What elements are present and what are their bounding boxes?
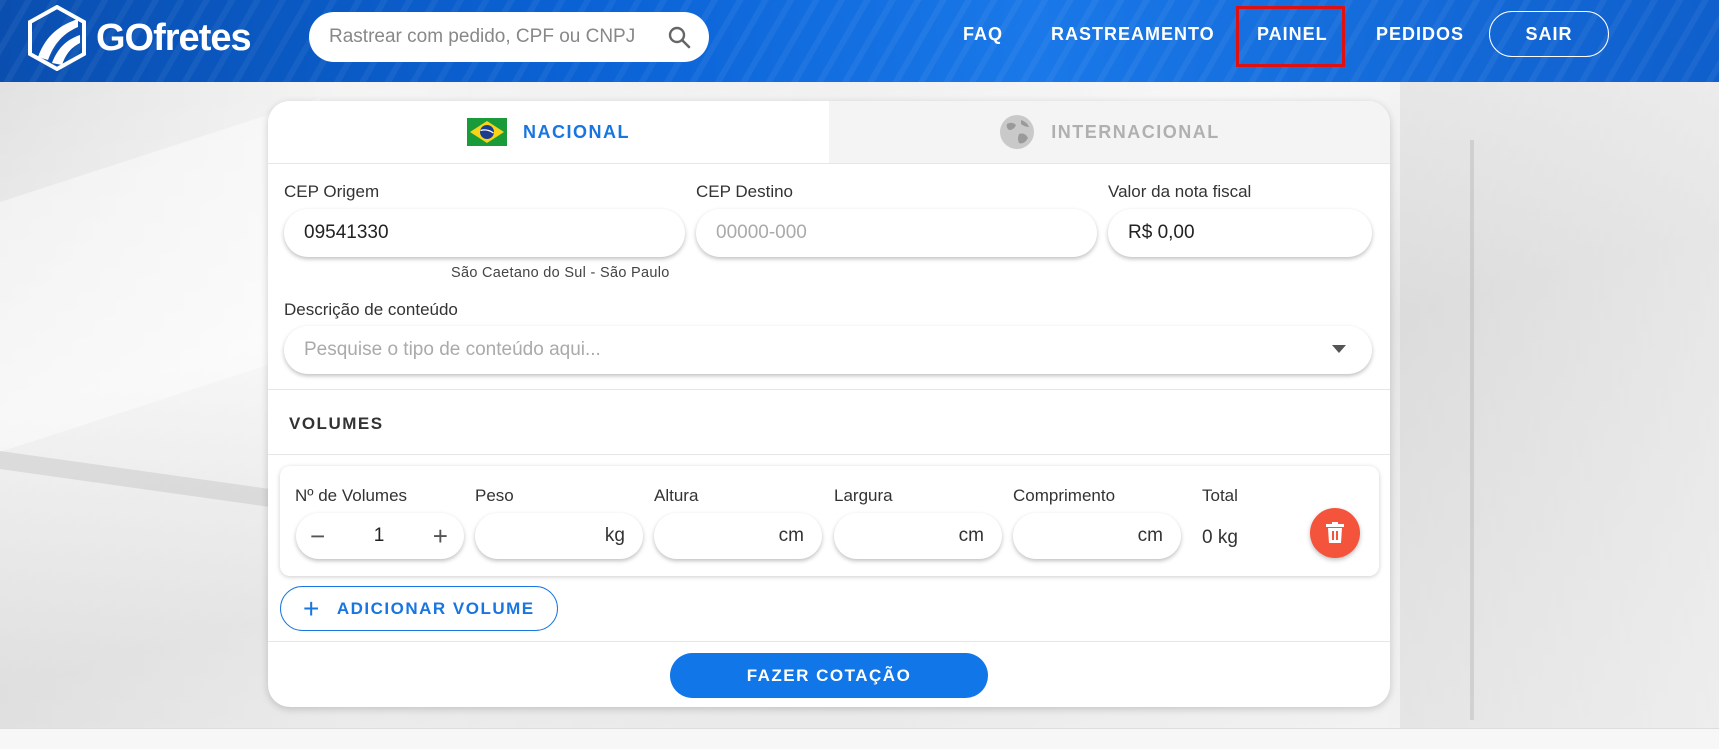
tab-nacional-label: NACIONAL — [523, 121, 630, 142]
qtd-volumes-label: Nº de Volumes — [295, 486, 408, 505]
comprimento-unit: cm — [1137, 525, 1163, 546]
cep-destino-label: CEP Destino — [696, 182, 794, 201]
descricao-label: Descrição de conteúdo — [284, 300, 458, 319]
cep-origem-value: 09541330 — [304, 222, 389, 243]
cep-origem-label: CEP Origem — [284, 182, 380, 201]
nav-faq[interactable]: FAQ — [963, 24, 1003, 45]
quantity-value[interactable]: 1 — [374, 525, 385, 547]
valor-nota-input[interactable]: R$ 0,00 — [1108, 209, 1372, 257]
fazer-cotacao-button[interactable]: FAZER COTAÇÃO — [670, 653, 988, 698]
tab-internacional-label: INTERNACIONAL — [1051, 121, 1220, 142]
add-volume-button[interactable]: + ADICIONAR VOLUME — [280, 586, 558, 631]
minus-icon[interactable]: − — [310, 523, 325, 549]
altura-input[interactable]: cm — [654, 513, 822, 559]
peso-unit: kg — [604, 525, 625, 546]
footer-bar — [0, 728, 1719, 749]
background-decoration — [1400, 82, 1719, 729]
valor-nota-label: Valor da nota fiscal — [1108, 182, 1252, 201]
descricao-select[interactable]: Pesquise o tipo de conteúdo aqui... — [284, 326, 1372, 374]
volumes-title: VOLUMES — [289, 414, 384, 433]
globe-icon — [1000, 115, 1035, 149]
nav-rastreamento[interactable]: RASTREAMENTO — [1051, 24, 1215, 45]
brazil-flag-icon — [467, 118, 507, 146]
comprimento-input[interactable]: cm — [1013, 513, 1181, 559]
delete-volume-button[interactable] — [1310, 508, 1360, 558]
add-volume-label: ADICIONAR VOLUME — [336, 598, 535, 618]
quote-card: NACIONAL INTERNACIONAL CEP Origem 095413… — [268, 101, 1390, 707]
divider — [268, 454, 1390, 455]
logo-text: GOfretes — [96, 16, 252, 59]
cep-origem-helper: São Caetano do Sul - São Paulo — [451, 265, 670, 281]
altura-unit: cm — [778, 525, 804, 546]
chevron-down-icon[interactable] — [1332, 345, 1346, 354]
nav-pedidos[interactable]: PEDIDOS — [1376, 24, 1464, 45]
total-label: Total — [1202, 486, 1238, 505]
search-bar — [309, 12, 709, 62]
altura-label: Altura — [654, 486, 699, 505]
descricao-placeholder: Pesquise o tipo de conteúdo aqui... — [304, 339, 601, 360]
cep-destino-input[interactable]: 00000-000 — [696, 209, 1097, 257]
valor-nota-value: R$ 0,00 — [1128, 222, 1195, 243]
logo-mark-icon — [28, 5, 86, 71]
search-input[interactable] — [329, 26, 659, 48]
cep-destino-placeholder: 00000-000 — [716, 222, 807, 243]
highlight-box — [1236, 6, 1345, 67]
volume-row: Nº de Volumes Peso Altura Largura Compri… — [280, 466, 1379, 576]
total-value: 0 kg — [1202, 527, 1238, 548]
quantity-stepper: − 1 + — [296, 513, 464, 559]
tabs: NACIONAL INTERNACIONAL — [268, 101, 1390, 164]
plus-icon[interactable]: + — [433, 523, 448, 549]
tab-nacional[interactable]: NACIONAL — [268, 101, 829, 163]
divider — [268, 641, 1390, 642]
plus-icon: + — [303, 592, 321, 624]
peso-label: Peso — [475, 486, 514, 505]
cep-origem-input[interactable]: 09541330 — [284, 209, 685, 257]
top-header: GOfretes FAQ RASTREAMENTO PAINEL PEDIDOS… — [0, 0, 1719, 82]
tab-internacional[interactable]: INTERNACIONAL — [829, 101, 1390, 163]
comprimento-label: Comprimento — [1013, 486, 1116, 505]
largura-unit: cm — [958, 525, 984, 546]
divider — [268, 389, 1390, 390]
logout-button[interactable]: SAIR — [1489, 11, 1609, 57]
trash-icon — [1326, 522, 1344, 543]
largura-input[interactable]: cm — [834, 513, 1002, 559]
search-icon[interactable] — [667, 25, 691, 49]
background-decoration — [1470, 140, 1474, 720]
peso-input[interactable]: kg — [475, 513, 643, 559]
logo[interactable]: GOfretes — [28, 5, 252, 71]
largura-label: Largura — [834, 486, 893, 505]
